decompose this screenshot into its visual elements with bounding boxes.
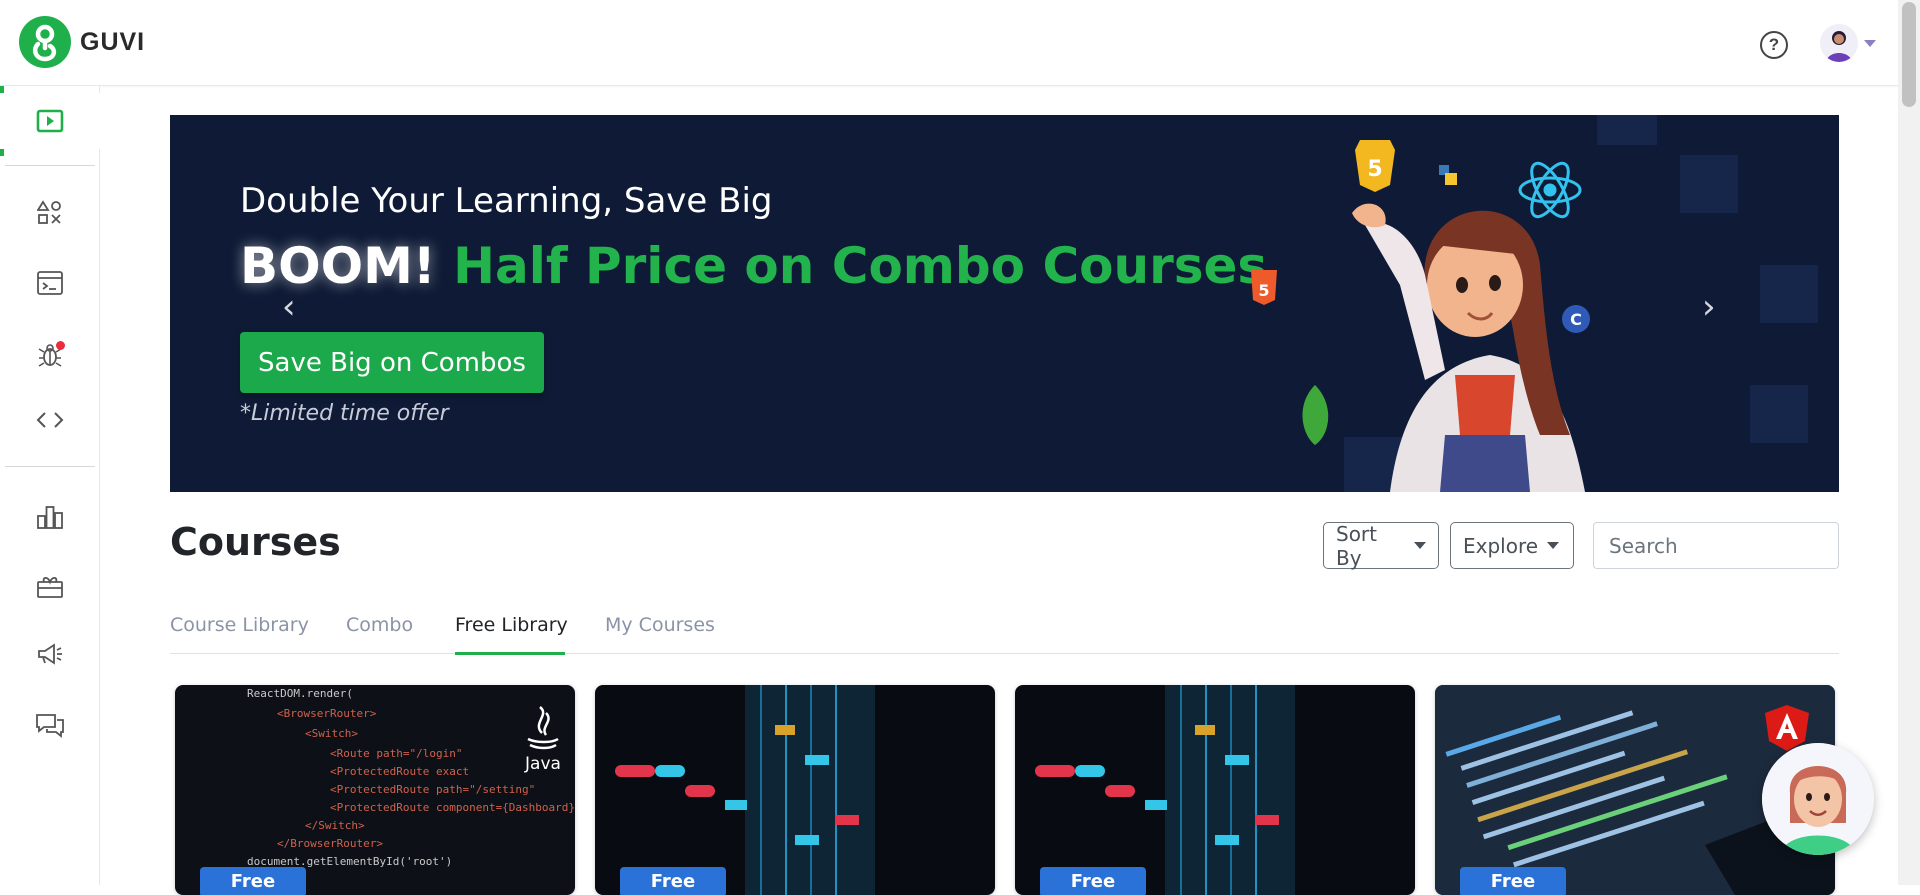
girl-illustration: 5 5 C — [1251, 140, 1590, 492]
banner-note: *Limited time offer — [240, 401, 449, 426]
sort-by-label: Sort By — [1336, 521, 1377, 570]
data-network-image — [1035, 685, 1295, 895]
chevron-left-icon[interactable]: ‹ — [282, 287, 296, 327]
sidebar-item-courses[interactable] — [0, 93, 100, 149]
sidebar — [0, 86, 100, 885]
sidebar-item-practice[interactable] — [0, 185, 100, 241]
gift-rewards-icon — [37, 576, 63, 598]
free-badge: Free — [200, 867, 306, 895]
user-menu[interactable] — [1820, 24, 1876, 62]
sidebar-item-rewards[interactable] — [0, 558, 100, 614]
leaderboard-icon — [37, 506, 63, 529]
chat-forum-icon — [36, 714, 64, 738]
chevron-down-icon — [1547, 542, 1559, 549]
sidebar-divider — [5, 165, 95, 166]
course-tabs: Course Library Combo Free Library My Cou… — [170, 606, 1839, 655]
promo-banner[interactable]: Double Your Learning, Save Big BOOM! Hal… — [170, 115, 1839, 492]
sidebar-item-forum[interactable] — [0, 697, 100, 753]
free-badge: Free — [1040, 867, 1146, 895]
question-circle-icon[interactable]: ? — [1760, 31, 1788, 59]
banner-headline-offer: Half Price on Combo Courses — [453, 237, 1268, 295]
sidebar-item-ide[interactable] — [0, 255, 100, 311]
java-logo-icon: Java — [520, 703, 566, 775]
search-input[interactable] — [1593, 522, 1839, 569]
user-avatar-icon — [1820, 24, 1858, 62]
svg-text:5: 5 — [1367, 157, 1382, 182]
save-big-combos-button[interactable]: Save Big on Combos — [240, 332, 544, 393]
tab-my-courses[interactable]: My Courses — [605, 614, 715, 636]
explore-dropdown[interactable]: Explore — [1450, 522, 1574, 569]
explore-label: Explore — [1463, 533, 1539, 558]
courses-title: Courses — [170, 520, 341, 564]
sort-by-dropdown[interactable]: Sort By — [1323, 521, 1439, 570]
megaphone-icon — [38, 643, 62, 665]
tab-free-library[interactable]: Free Library — [455, 614, 568, 636]
tab-combo[interactable]: Combo — [346, 614, 413, 636]
sidebar-item-leaderboard[interactable] — [0, 489, 100, 545]
tab-course-library[interactable]: Course Library — [170, 614, 309, 636]
scrollbar-thumb[interactable] — [1902, 2, 1916, 107]
guvi-logo[interactable]: GUVI — [19, 16, 145, 68]
banner-headline: BOOM! Half Price on Combo Courses — [240, 237, 1267, 295]
shapes-practice-icon — [37, 200, 61, 224]
course-card[interactable]: Free — [1015, 685, 1415, 895]
chatbot-avatar-icon — [1762, 743, 1874, 855]
free-badge: Free — [620, 867, 726, 895]
chatbot-avatar-button[interactable] — [1762, 743, 1874, 855]
sidebar-item-announcements[interactable] — [0, 626, 100, 682]
notification-dot — [56, 341, 65, 350]
active-tab-indicator — [455, 652, 565, 655]
banner-headline-boom: BOOM! — [240, 237, 436, 295]
chevron-down-icon — [1414, 542, 1426, 549]
svg-text:C: C — [1570, 310, 1582, 329]
terminal-console-icon — [37, 271, 63, 295]
course-card[interactable]: Free — [595, 685, 995, 895]
svg-text:Java: Java — [524, 754, 561, 774]
sidebar-item-debug[interactable] — [0, 327, 100, 383]
free-badge: Free — [1460, 867, 1566, 895]
course-card[interactable]: ReactDOM.render( <BrowserRouter> <Switch… — [175, 685, 575, 895]
play-video-icon — [36, 109, 64, 133]
top-header: GUVI ? — [0, 0, 1898, 86]
banner-subtitle: Double Your Learning, Save Big — [240, 181, 773, 221]
guvi-logo-icon — [19, 16, 71, 68]
banner-decoration — [1760, 265, 1818, 323]
sidebar-item-code[interactable] — [0, 392, 100, 448]
chevron-down-icon — [1864, 39, 1876, 47]
data-network-image — [615, 685, 875, 895]
code-brackets-icon — [36, 412, 64, 428]
page-scrollbar[interactable] — [1898, 0, 1920, 885]
svg-text:5: 5 — [1258, 281, 1269, 300]
sidebar-divider — [5, 466, 95, 467]
logo-text: GUVI — [80, 27, 146, 56]
